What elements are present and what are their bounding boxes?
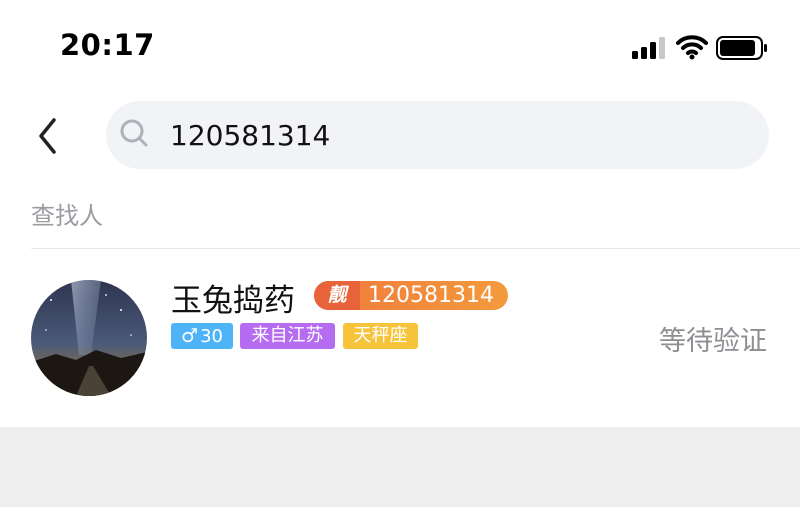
signal-icon xyxy=(632,37,668,59)
avatar[interactable] xyxy=(31,280,147,396)
status-time: 20:17 xyxy=(60,28,155,62)
search-result-row[interactable]: 玉兔捣药 靓 120581314 ♂ 30 来自江苏 天秤座 等待验证 xyxy=(0,249,800,427)
user-id: 120581314 xyxy=(368,283,494,308)
zodiac-tag: 天秤座 xyxy=(343,323,418,349)
back-button[interactable] xyxy=(32,113,62,159)
section-label: 查找人 xyxy=(31,202,103,230)
wifi-icon xyxy=(676,34,708,60)
user-name: 玉兔捣药 xyxy=(171,283,295,319)
battery-icon xyxy=(716,36,768,60)
age-tag: ♂ 30 xyxy=(171,323,233,349)
status-bar: 20:17 xyxy=(0,0,800,90)
age-value: 30 xyxy=(200,326,223,347)
request-status: 等待验证 xyxy=(659,326,767,357)
search-bar[interactable] xyxy=(106,101,769,169)
search-input[interactable] xyxy=(170,101,730,169)
location-tag: 来自江苏 xyxy=(240,323,335,349)
male-icon: ♂ xyxy=(181,325,199,347)
id-badge-label: 靓 xyxy=(314,281,360,310)
empty-area xyxy=(0,427,800,507)
chevron-left-icon xyxy=(39,118,56,154)
id-badge: 靓 120581314 xyxy=(314,281,508,310)
search-icon xyxy=(120,119,148,147)
